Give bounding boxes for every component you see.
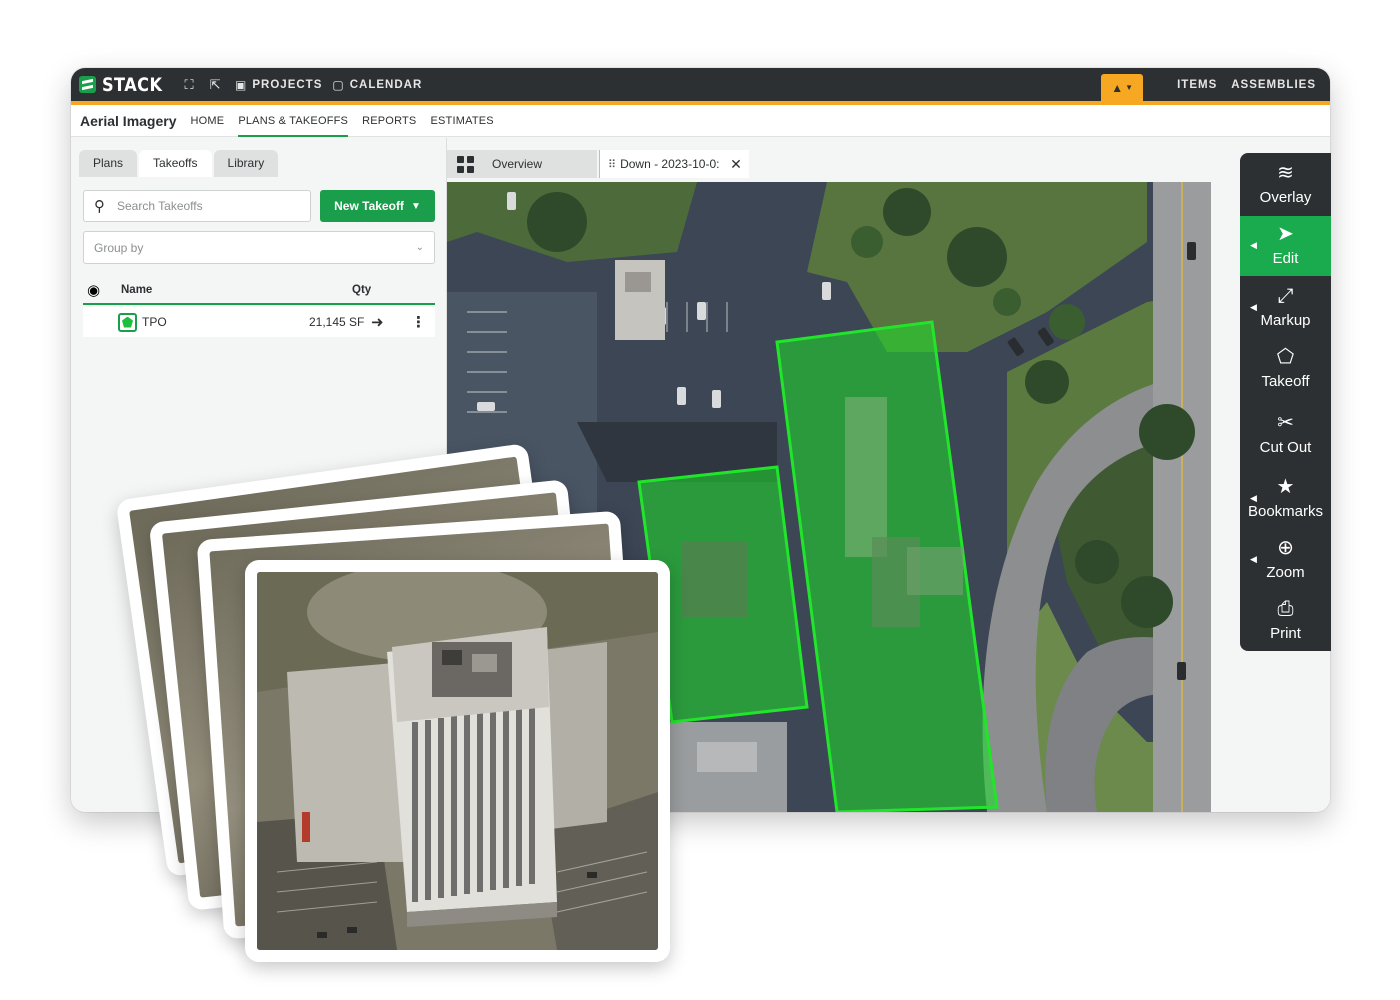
search-input[interactable] <box>117 199 287 213</box>
tool-zoom[interactable]: ◀ ⊕ Zoom <box>1240 530 1331 590</box>
tool-cut-out[interactable]: ✂ Cut Out <box>1240 405 1331 465</box>
nav-assemblies[interactable]: ASSEMBLIES <box>1231 79 1316 91</box>
cut-out-icon: ✂ <box>1277 412 1294 434</box>
takeoff-name: TPO <box>142 315 167 329</box>
tab-overview[interactable]: Overview <box>447 150 597 178</box>
fullscreen-icon[interactable]: ⛶ <box>179 77 199 93</box>
tab-aerial-image-label: Down - 2023-10-0: <box>620 157 720 171</box>
drag-handle-icon[interactable]: ⠿ <box>608 158 616 171</box>
subnav-estimates[interactable]: ESTIMATES <box>430 105 493 137</box>
hard-hat-icon: ▲ <box>1111 80 1124 95</box>
arrow-right-icon[interactable]: ➜ <box>371 313 384 331</box>
chevron-down-icon: ⌄ <box>415 242 424 253</box>
tool-print[interactable]: ⎙ Print <box>1240 591 1331 651</box>
group-by-label: Group by <box>94 240 144 255</box>
logo-text: STACK <box>102 73 163 96</box>
panel-tabs: Plans Takeoffs Library <box>79 150 280 177</box>
tab-overview-label: Overview <box>492 157 543 171</box>
nav-calendar-label: CALENDAR <box>349 78 423 91</box>
top-bar: STACK ⛶ ⇱ ▣ PROJECTS ▢ CALENDAR ▲ ▼ ITEM… <box>71 68 1330 101</box>
tool-bookmarks[interactable]: ◀ ★ Bookmarks <box>1240 469 1331 529</box>
tool-cut-out-label: Cut Out <box>1259 439 1312 456</box>
more-vertical-icon[interactable]: ⋮ <box>411 313 426 331</box>
marketing-stage: STACK ⛶ ⇱ ▣ PROJECTS ▢ CALENDAR ▲ ▼ ITEM… <box>0 0 1400 1000</box>
polygon-icon: ⬠ <box>1276 346 1295 368</box>
tool-edit-label: Edit <box>1272 250 1299 267</box>
subnav-home[interactable]: HOME <box>191 105 225 137</box>
nav-projects-label: PROJECTS <box>252 78 323 91</box>
printer-icon: ⎙ <box>1277 598 1294 620</box>
tool-print-label: Print <box>1270 625 1301 642</box>
external-link-icon[interactable]: ⇱ <box>205 77 225 93</box>
search-box: ⚲ <box>83 190 311 222</box>
column-name[interactable]: Name <box>121 284 152 296</box>
takeoff-color-swatch[interactable] <box>118 312 137 332</box>
tab-library[interactable]: Library <box>213 150 279 177</box>
tool-overlay-label: Overlay <box>1259 189 1312 206</box>
tool-palette: ≋ Overlay ◀ ➤ Edit ◀ ⤢ Markup ⬠ Takeoff … <box>1240 153 1331 651</box>
tool-markup-label: Markup <box>1260 312 1311 329</box>
nav-calendar[interactable]: ▢ CALENDAR <box>332 78 422 92</box>
tool-bookmarks-label: Bookmarks <box>1247 503 1324 520</box>
chevron-down-icon: ▼ <box>410 200 421 212</box>
tool-takeoff-label: Takeoff <box>1261 373 1310 390</box>
aerial-photo <box>257 572 658 950</box>
grid-icon <box>457 155 474 173</box>
briefcase-icon: ▣ <box>235 77 248 92</box>
caret-left-icon: ◀ <box>1250 240 1257 250</box>
tool-markup[interactable]: ◀ ⤢ Markup <box>1240 278 1331 338</box>
subnav-reports[interactable]: REPORTS <box>362 105 416 137</box>
column-qty[interactable]: Qty <box>352 284 371 296</box>
tab-plans[interactable]: Plans <box>79 150 138 177</box>
nav-projects[interactable]: ▣ PROJECTS <box>235 78 322 92</box>
group-by-select[interactable]: Group by ⌄ <box>83 231 435 264</box>
project-title: Aerial Imagery <box>80 112 177 129</box>
aerial-photo-card <box>245 560 670 962</box>
tool-overlay[interactable]: ≋ Overlay <box>1240 155 1331 215</box>
table-row[interactable]: TPO 21,145 SF ➜ ⋮ <box>83 307 435 337</box>
new-takeoff-label: New Takeoff <box>334 199 404 213</box>
project-subnav: Aerial Imagery HOME PLANS & TAKEOFFS REP… <box>71 105 1330 137</box>
tool-takeoff[interactable]: ⬠ Takeoff <box>1240 339 1331 399</box>
tool-edit[interactable]: ◀ ➤ Edit <box>1240 216 1331 276</box>
subnav-plans-takeoffs[interactable]: PLANS & TAKEOFFS <box>238 105 349 137</box>
caret-left-icon: ◀ <box>1250 302 1257 312</box>
tab-takeoffs[interactable]: Takeoffs <box>139 150 212 177</box>
takeoff-table-header: ◉ Name Qty <box>83 276 435 305</box>
caret-left-icon: ◀ <box>1250 554 1257 564</box>
calendar-icon: ▢ <box>332 77 345 92</box>
tool-zoom-label: Zoom <box>1266 564 1305 581</box>
stack-logo[interactable]: STACK <box>79 74 173 96</box>
user-menu-button[interactable]: ▲ ▼ <box>1101 74 1144 101</box>
new-takeoff-button[interactable]: New Takeoff ▼ <box>320 190 435 222</box>
layers-plus-icon: ≋ <box>1277 162 1294 184</box>
stack-logo-icon <box>79 76 96 93</box>
nav-items[interactable]: ITEMS <box>1177 79 1217 91</box>
eye-icon[interactable]: ◉ <box>87 281 113 299</box>
takeoff-qty: 21,145 SF <box>309 315 365 329</box>
search-icon: ⚲ <box>94 198 105 215</box>
chevron-down-icon: ▼ <box>1125 83 1133 92</box>
tab-aerial-image[interactable]: ⠿ Down - 2023-10-0: ✕ <box>599 150 749 178</box>
caret-left-icon: ◀ <box>1250 493 1257 503</box>
close-icon[interactable]: ✕ <box>730 156 742 173</box>
